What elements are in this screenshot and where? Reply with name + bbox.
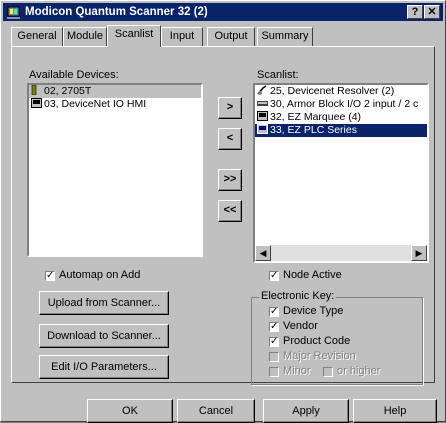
major-revision-label: Major Revision [283,350,356,362]
automap-label: Automap on Add [59,269,141,281]
device-type-checkbox[interactable]: ✓ [269,307,279,317]
tab-module[interactable]: Module [63,27,107,46]
scanlist-list[interactable]: 25, Devicenet Resolver (2) 30, Armor Blo… [253,83,429,263]
marquee-icon [257,111,268,121]
download-to-scanner-button[interactable]: Download to Scanner... [39,324,169,348]
remove-device-button[interactable]: < [218,128,242,150]
major-revision-checkbox[interactable] [269,352,279,362]
window-title: Modicon Quantum Scanner 32 (2) [25,6,208,18]
scroll-left-icon[interactable]: ◀ [255,245,271,261]
list-item-label: 02, 2705T [44,85,92,97]
ok-button[interactable]: OK [87,399,173,423]
list-item-label: 32, EZ Marquee (4) [270,111,362,123]
list-item[interactable]: 25, Devicenet Resolver (2) [255,85,427,98]
apply-button[interactable]: Apply [263,399,349,423]
help-title-button[interactable]: ? [407,5,423,19]
scroll-right-icon[interactable]: ▶ [411,245,427,261]
tab-input[interactable]: Input [161,27,203,46]
cancel-button[interactable]: Cancel [177,399,255,423]
tab-output-label: Output [214,30,248,42]
tab-scanlist[interactable]: Scanlist [107,25,161,47]
tab-summary[interactable]: Summary [257,27,313,46]
device-icon [31,85,37,95]
title-bar[interactable]: Modicon Quantum Scanner 32 (2) ? ✕ [3,3,443,21]
resolver-icon [257,85,267,95]
close-icon[interactable]: ✕ [424,5,440,19]
tab-general[interactable]: General [11,27,63,46]
plc-icon [257,124,268,134]
help-button[interactable]: Help [353,399,437,423]
hmi-icon [31,98,42,108]
vendor-label: Vendor [283,320,318,332]
remove-all-button[interactable]: << [218,200,242,222]
armor-block-icon [257,101,268,106]
list-item[interactable]: 32, EZ Marquee (4) [255,111,427,124]
list-item-label: 33, EZ PLC Series [270,124,357,136]
node-active-label: Node Active [283,269,342,281]
list-item-label: 25, Devicenet Resolver (2) [270,85,395,97]
list-item-label: 30, Armor Block I/O 2 input / 2 c [270,98,419,110]
automap-checkbox[interactable]: ✓ [45,271,55,281]
tab-scanlist-label: Scanlist [114,28,154,40]
or-higher-checkbox[interactable] [323,367,333,377]
product-code-checkbox[interactable]: ✓ [269,337,279,347]
list-item[interactable]: 02, 2705T [29,85,201,98]
scanlist-label: Scanlist: [257,69,299,81]
node-active-checkbox[interactable]: ✓ [269,271,279,281]
tab-module-label: Module [66,30,104,42]
product-code-label: Product Code [283,335,351,347]
list-item[interactable]: 33, EZ PLC Series [255,124,427,137]
upload-from-scanner-button[interactable]: Upload from Scanner... [39,291,169,315]
add-device-button[interactable]: > [218,97,242,119]
tab-output[interactable]: Output [207,27,255,46]
edit-io-parameters-button[interactable]: Edit I/O Parameters... [39,355,169,379]
tab-summary-label: Summary [261,30,309,42]
device-type-label: Device Type [283,305,344,317]
or-higher-label: or higher [337,365,381,377]
list-item[interactable]: 30, Armor Block I/O 2 input / 2 c [255,98,427,111]
list-item[interactable]: 03, DeviceNet IO HMI [29,98,201,111]
scanner-app-icon [7,6,20,19]
list-item-label: 03, DeviceNet IO HMI [44,98,147,110]
add-all-button[interactable]: >> [218,169,242,191]
available-devices-label: Available Devices: [29,69,119,81]
tab-input-label: Input [169,30,195,42]
tab-general-label: General [17,30,57,42]
minor-label: Minor [283,365,311,377]
scanlist-horizontal-scrollbar[interactable]: ◀ ▶ [255,245,427,261]
available-devices-list[interactable]: 02, 2705T 03, DeviceNet IO HMI [27,83,203,257]
electronic-key-label: Electronic Key: [259,290,337,302]
vendor-checkbox[interactable]: ✓ [269,322,279,332]
scanner-properties-dialog: Modicon Quantum Scanner 32 (2) ? ✕ Gener… [0,0,446,423]
minor-checkbox[interactable] [269,367,279,377]
